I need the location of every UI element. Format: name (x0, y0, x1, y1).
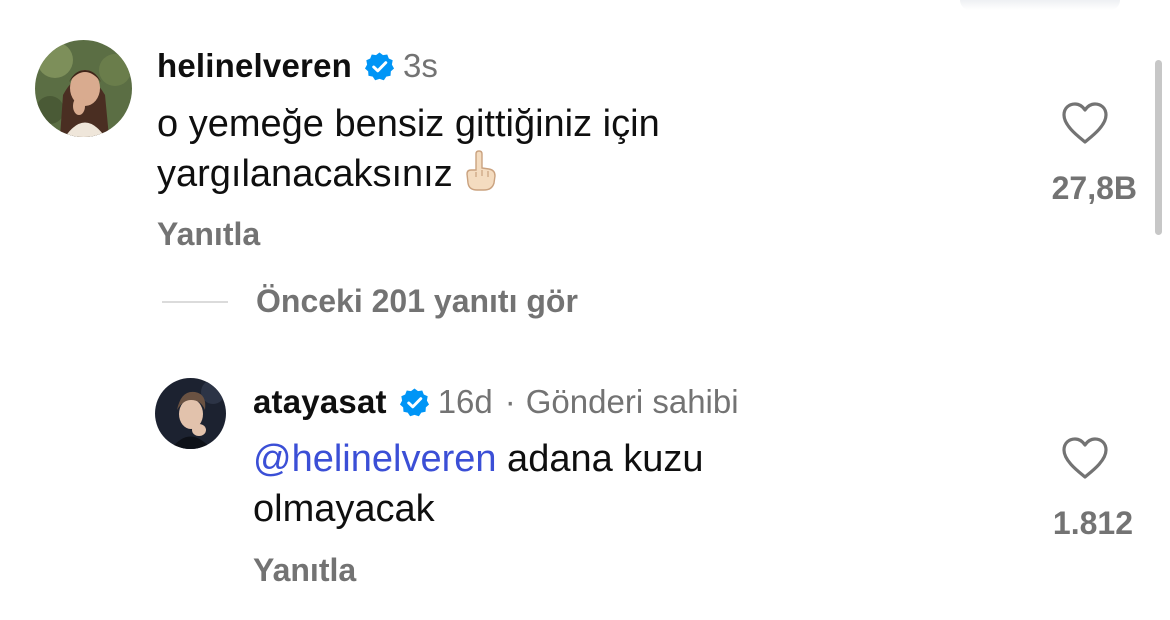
heart-outline-icon[interactable] (1060, 435, 1110, 481)
separator-dot: · (504, 383, 516, 420)
scrollbar[interactable] (1155, 60, 1162, 235)
comment-text: @helinelveren adana kuzu olmayacak (253, 434, 973, 534)
comment-text-line1: adana kuzu (496, 438, 704, 480)
comment-text-line2: olmayacak (253, 488, 435, 530)
comment-header: helinelveren 3s (157, 45, 438, 87)
username[interactable]: atayasat (253, 383, 387, 421)
like-count: 27,8B (1051, 170, 1137, 206)
mention-link[interactable]: @helinelveren (253, 438, 497, 480)
avatar[interactable] (35, 40, 132, 137)
comment-text-line2: yargılanacaksınız (157, 153, 453, 195)
comment-text-line1: o yemeğe bensiz gittiğiniz için (157, 103, 660, 145)
replies-divider-line (162, 300, 228, 303)
verified-badge-icon (364, 51, 395, 82)
avatar-helinelveren-image (35, 40, 132, 137)
verified-badge-icon (399, 387, 430, 418)
author-label: Gönderi sahibi (525, 383, 739, 420)
pointing-up-hand-icon (461, 150, 499, 192)
reply-button[interactable]: Yanıtla (157, 216, 260, 253)
avatar-atayasat-image (155, 378, 226, 449)
top-edge-shadow (960, 0, 1120, 10)
view-replies-label: Önceki 201 yanıtı gör (256, 283, 578, 319)
view-previous-replies[interactable]: Önceki 201 yanıtı gör (162, 283, 578, 320)
avatar[interactable] (155, 378, 226, 449)
heart-outline-icon[interactable] (1060, 100, 1110, 146)
comment-text: o yemeğe bensiz gittiğiniz için yargılan… (157, 99, 857, 199)
like-count: 1.812 (1052, 505, 1133, 541)
comment-time: 16d (437, 383, 493, 420)
username[interactable]: helinelveren (157, 47, 352, 85)
reply-button[interactable]: Yanıtla (253, 552, 356, 589)
comment-time: 3s (403, 47, 438, 84)
comment-header: atayasat 16d · Gönderi sahibi (253, 381, 739, 423)
